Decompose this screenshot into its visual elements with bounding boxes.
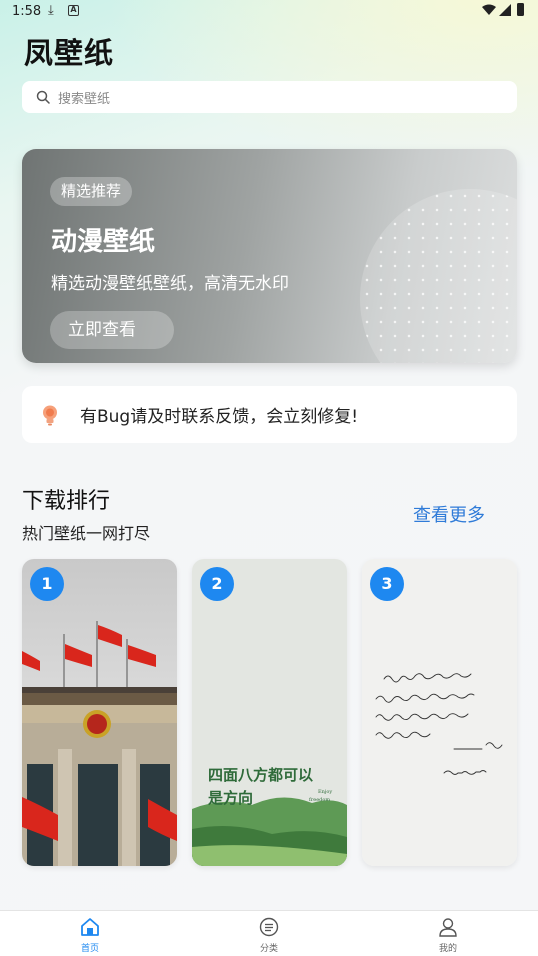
lightbulb-icon (43, 405, 57, 425)
status-time: 1:58 (12, 4, 42, 19)
nav-profile[interactable]: 我的 (418, 917, 478, 954)
wallpaper-card[interactable]: 2 四面八方都可以 是方向 Enjoy freedom (192, 559, 347, 866)
nav-label: 分类 (259, 944, 278, 954)
nav-label: 首页 (80, 944, 99, 954)
banner-decoration (360, 189, 517, 363)
wifi-icon (482, 4, 496, 15)
wallpaper-image (192, 559, 347, 866)
featured-banner[interactable]: 精选推荐 动漫壁纸 精选动漫壁纸壁纸，高清无水印 立即查看 (22, 149, 517, 363)
notice-text: 有Bug请及时联系反馈，会立刻修复! (80, 407, 359, 427)
bug-notice: 有Bug请及时联系反馈，会立刻修复! (22, 386, 517, 443)
wallpaper-card[interactable]: 3 (362, 559, 517, 866)
signal-icon (499, 4, 511, 16)
wallpaper-slogan-en: Enjoy (318, 789, 333, 795)
battery-icon (517, 3, 524, 16)
view-now-button[interactable]: 立即查看 (50, 311, 174, 349)
profile-icon (439, 918, 457, 937)
rank-badge: 3 (370, 567, 404, 601)
view-more-link[interactable]: 查看更多 (413, 501, 485, 527)
nav-label: 我的 (438, 944, 457, 954)
wallpaper-slogan: 四面八方都可以 (208, 766, 314, 784)
nav-home[interactable]: 首页 (60, 917, 120, 954)
a-notification-icon: A (68, 5, 79, 16)
rank-badge: 2 (200, 567, 234, 601)
category-icon (259, 917, 279, 937)
section-subtitle: 热门壁纸一网打尽 (22, 524, 151, 543)
app-title: 凤壁纸 (24, 36, 115, 70)
status-bar: 1:58 ⤓ A (0, 0, 538, 24)
home-icon (81, 918, 99, 936)
banner-title: 动漫壁纸 (51, 227, 156, 257)
banner-tag: 精选推荐 (50, 177, 133, 206)
banner-description: 精选动漫壁纸壁纸，高清无水印 (51, 274, 289, 294)
wallpaper-slogan: 是方向 (208, 789, 254, 807)
rank-badge: 1 (30, 567, 64, 601)
nav-category[interactable]: 分类 (239, 917, 299, 954)
bottom-nav: 首页 分类 我的 (0, 910, 538, 956)
download-icon: ⤓ (48, 3, 54, 18)
section-title: 下载排行 (22, 489, 111, 514)
search-icon (36, 90, 50, 104)
wallpaper-slogan-en: freedom (309, 797, 331, 803)
wallpaper-image (22, 559, 177, 866)
search-placeholder: 搜索壁纸 (58, 91, 111, 107)
wallpaper-image (362, 559, 517, 866)
wallpaper-card[interactable]: 1 (22, 559, 177, 866)
search-input[interactable]: 搜索壁纸 (22, 81, 517, 113)
